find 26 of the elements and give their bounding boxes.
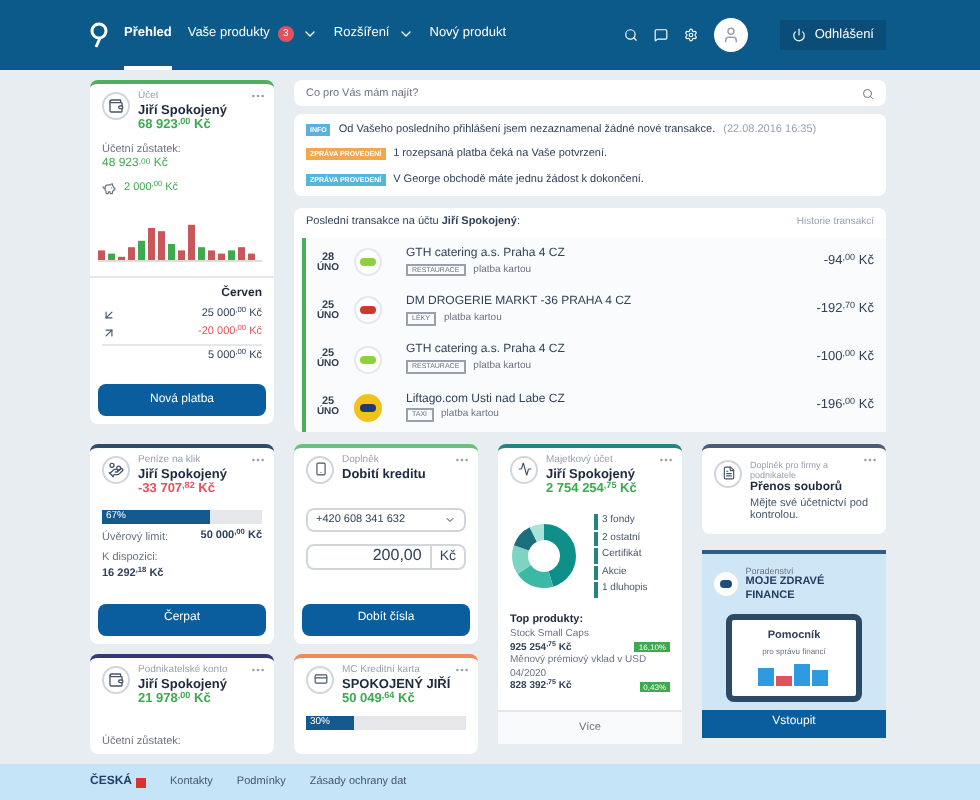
chat-icon[interactable] bbox=[654, 28, 669, 42]
power-icon bbox=[792, 28, 807, 42]
product-icon bbox=[306, 455, 334, 484]
promo-logo-icon bbox=[714, 572, 738, 597]
bar-graphic-icon bbox=[758, 661, 830, 686]
product-icon bbox=[102, 665, 130, 694]
avatar[interactable] bbox=[714, 18, 749, 52]
merchant-logo bbox=[354, 393, 382, 422]
merchant-logo bbox=[354, 345, 382, 374]
search-icon[interactable] bbox=[862, 87, 874, 99]
product-icon bbox=[306, 665, 334, 694]
merchant-logo bbox=[354, 296, 382, 325]
brand-mark-icon bbox=[136, 777, 147, 787]
incoming-arrow-icon bbox=[102, 307, 116, 322]
amount-field[interactable]: 200,00 bbox=[306, 543, 432, 570]
product-icon bbox=[714, 459, 742, 488]
caret-icon bbox=[444, 513, 456, 526]
settings-icon[interactable] bbox=[684, 28, 699, 42]
outgoing-arrow-icon bbox=[102, 325, 116, 340]
merchant-logo bbox=[354, 248, 382, 277]
product-icon bbox=[102, 455, 130, 484]
product-icon bbox=[102, 92, 130, 120]
logo-icon bbox=[90, 21, 108, 49]
portfolio-donut-drawing bbox=[510, 522, 578, 591]
piggy-bank-icon bbox=[102, 181, 116, 196]
product-icon bbox=[510, 455, 538, 484]
